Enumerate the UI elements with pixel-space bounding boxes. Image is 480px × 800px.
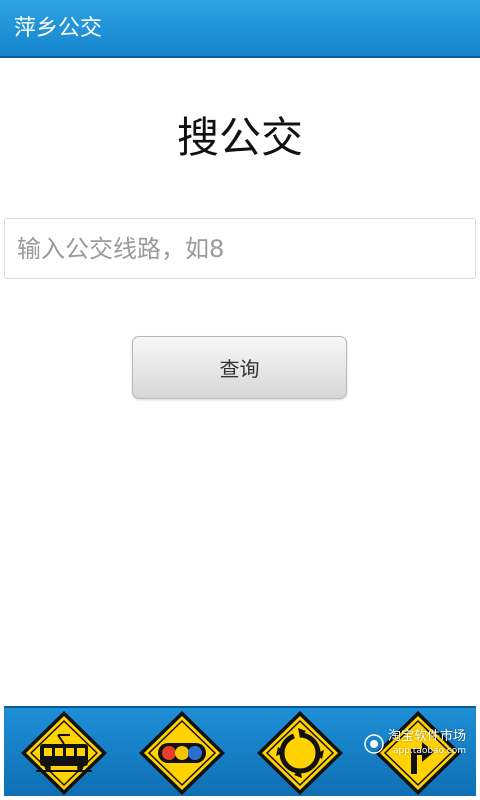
taobao-logo-icon <box>364 734 384 754</box>
title-bar: 萍乡公交 <box>0 0 480 58</box>
query-button[interactable]: 查询 <box>132 336 347 399</box>
traffic-light-sign-icon[interactable] <box>136 708 228 798</box>
watermark-url: app.taobao.com <box>392 746 466 756</box>
tram-sign-icon[interactable] <box>18 708 110 798</box>
roundabout-sign-icon[interactable] <box>254 708 346 798</box>
page-heading: 搜公交 <box>176 113 303 162</box>
app-title: 萍乡公交 <box>14 16 103 41</box>
taobao-watermark: 淘宝软件市场 app.taobao.com <box>364 728 466 757</box>
watermark-title: 淘宝软件市场 <box>387 729 466 744</box>
route-search-input[interactable] <box>4 218 476 279</box>
